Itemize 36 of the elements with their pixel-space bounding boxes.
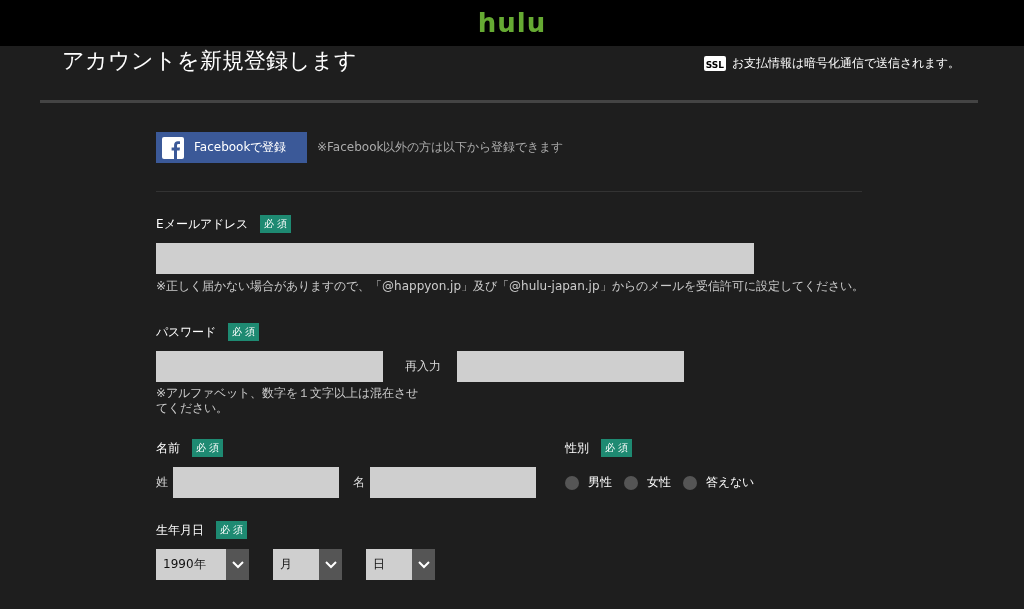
ssl-note: お支払情報は暗号化通信で送信されます。 (732, 54, 960, 72)
field-label: 名前 (156, 439, 180, 457)
dropdown[interactable]: 月 (273, 549, 342, 580)
field-label: 姓 (156, 474, 168, 491)
required-tag: 必 須 (228, 323, 260, 341)
field-note: ※アルファベット、数字を１文字以上は混在させてください。 (156, 386, 420, 416)
chevron-down-icon (417, 560, 430, 569)
required-tag: 必 須 (192, 439, 224, 457)
lock-icon: SSL (703, 55, 726, 71)
password-field[interactable] (156, 351, 383, 382)
last-name-field[interactable] (173, 467, 339, 498)
dropdown[interactable]: 1990年 (156, 549, 249, 580)
field-note: ※正しく届かない場合がありますので、「@happyon.jp」及び「@hulu-japan.jp」からのメールを受信許可に設定してください。 (156, 278, 865, 295)
gender-radio[interactable]: 答えない (683, 474, 754, 491)
gender-radio[interactable]: 男性 (565, 474, 612, 491)
required-tag: 必 須 (601, 439, 633, 457)
facebook-note: ※Facebook以外の方は以下から登録できます (317, 139, 564, 156)
field-label: 性別 (565, 439, 589, 457)
gender-radio[interactable]: 女性 (624, 474, 671, 491)
facebook-icon (162, 136, 184, 159)
field-label: パスワード (156, 323, 216, 341)
facebook-register-button[interactable]: Facebookで登録 (156, 132, 307, 163)
field-label: Eメールアドレス (156, 215, 248, 233)
email-field[interactable] (156, 243, 754, 274)
required-tag: 必 須 (216, 521, 248, 539)
chevron-down-icon (324, 560, 337, 569)
field-label: 名 (353, 474, 365, 491)
page-title: アカウントを新規登録します (62, 47, 357, 75)
field-label: 生年月日 (156, 521, 204, 539)
required-tag: 必 須 (259, 215, 291, 233)
dropdown[interactable]: 日 (366, 549, 435, 580)
first-name-field[interactable] (370, 467, 536, 498)
logo[interactable]: hulu (477, 8, 547, 38)
chevron-down-icon (231, 560, 244, 569)
password-confirm-field[interactable] (457, 351, 684, 382)
field-label: 再入力 (405, 358, 441, 375)
